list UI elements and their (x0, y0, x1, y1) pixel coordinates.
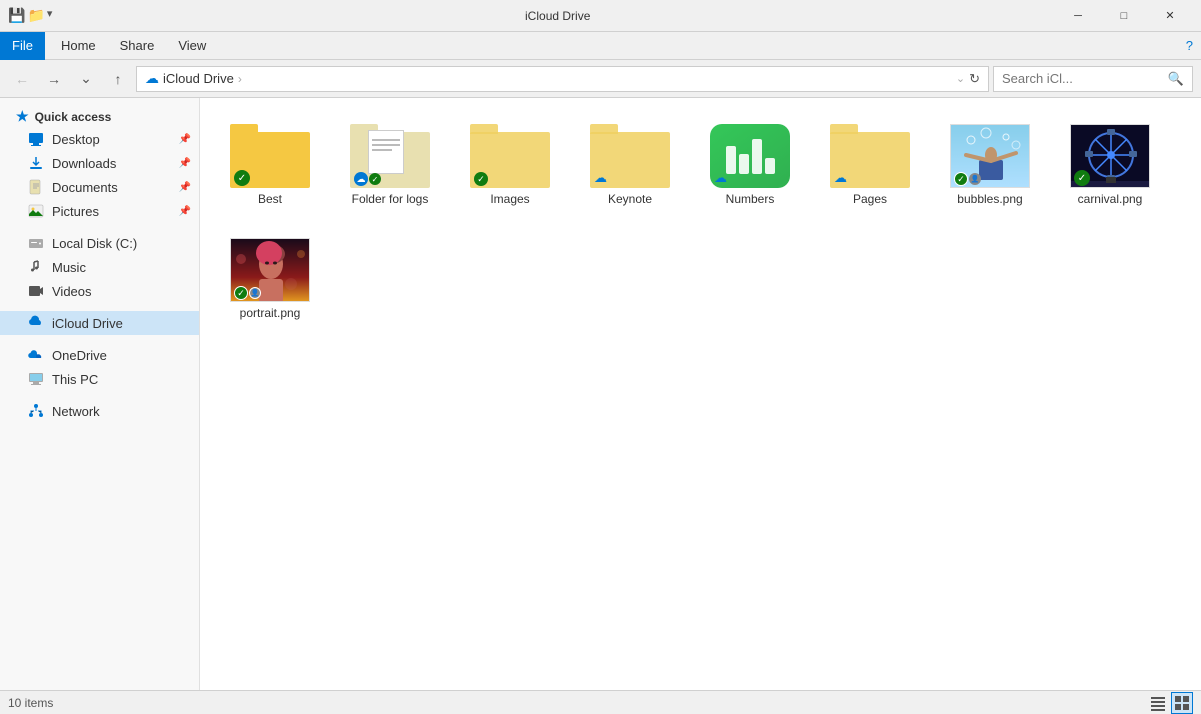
save-icon[interactable]: 💾 (8, 7, 25, 24)
sidebar-item-music[interactable]: Music (0, 255, 199, 279)
icloud-path-icon: ☁ (145, 70, 159, 87)
sidebar-label-documents: Documents (52, 180, 118, 195)
view-details-button[interactable] (1147, 692, 1169, 714)
file-item-keynote[interactable]: ☁ Keynote (580, 118, 680, 212)
sidebar: ★ Quick access Desktop 📌 Downloads 📌 Doc… (0, 98, 200, 690)
status-bar: 10 items (0, 690, 1201, 714)
view-controls (1147, 692, 1193, 714)
menu-view[interactable]: View (166, 34, 218, 57)
close-button[interactable]: ✕ (1147, 0, 1193, 32)
videos-icon (28, 283, 44, 299)
sidebar-label-local-disk: Local Disk (C:) (52, 236, 137, 251)
documents-icon (28, 179, 44, 195)
file-name-images: Images (490, 192, 529, 206)
sidebar-item-downloads[interactable]: Downloads 📌 (0, 151, 199, 175)
menu-share[interactable]: Share (108, 34, 167, 57)
sidebar-item-onedrive[interactable]: OneDrive (0, 343, 199, 367)
file-name-folder-logs: Folder for logs (352, 192, 429, 206)
view-icons-button[interactable] (1171, 692, 1193, 714)
sidebar-item-pictures[interactable]: Pictures 📌 (0, 199, 199, 223)
dropdown-icon[interactable]: ▾ (47, 7, 53, 24)
path-dropdown[interactable]: ⌄ (956, 72, 965, 85)
sidebar-label-music: Music (52, 260, 86, 275)
back-button[interactable]: ← (8, 65, 36, 93)
this-pc-icon (28, 371, 44, 387)
sidebar-item-local-disk[interactable]: Local Disk (C:) (0, 231, 199, 255)
file-item-pages[interactable]: ☁ Pages (820, 118, 920, 212)
sidebar-section-quick-access: ★ Quick access (0, 102, 199, 127)
file-name-portrait: portrait.png (240, 306, 301, 320)
file-item-portrait[interactable]: ✓ 👤 portrait.png (220, 232, 320, 326)
maximize-button[interactable]: □ (1101, 0, 1147, 32)
desktop-icon (28, 131, 44, 147)
sidebar-item-network[interactable]: Network (0, 399, 199, 423)
sidebar-label-pictures: Pictures (52, 204, 99, 219)
sidebar-label-icloud-drive: iCloud Drive (52, 316, 123, 331)
network-icon (28, 403, 44, 419)
recent-button[interactable]: ⌄ (72, 65, 100, 93)
path-chevron: › (238, 72, 242, 86)
menu-file[interactable]: File (0, 32, 45, 60)
icloud-drive-icon (28, 315, 44, 331)
minimize-button[interactable]: ─ (1055, 0, 1101, 32)
forward-button[interactable]: → (40, 65, 68, 93)
pictures-icon (28, 203, 44, 219)
sidebar-item-documents[interactable]: Documents 📌 (0, 175, 199, 199)
file-item-folder-logs[interactable]: ☁ ✓ Folder for logs (340, 118, 440, 212)
sidebar-label-videos: Videos (52, 284, 92, 299)
menu-bar: File Home Share View ? (0, 32, 1201, 60)
file-item-images[interactable]: ✓ Images (460, 118, 560, 212)
search-box[interactable]: 🔍 (993, 66, 1193, 92)
title-bar: 💾 📁 ▾ iCloud Drive ─ □ ✕ (0, 0, 1201, 32)
sidebar-item-icloud-drive[interactable]: iCloud Drive (0, 311, 199, 335)
file-name-numbers: Numbers (726, 192, 775, 206)
sidebar-label-network: Network (52, 404, 100, 419)
pin-icon-downloads: 📌 (179, 158, 191, 169)
file-item-best[interactable]: ✓ Best (220, 118, 320, 212)
pin-icon-documents: 📌 (179, 182, 191, 193)
address-bar: ← → ⌄ ↑ ☁ iCloud Drive › ⌄ ↻ 🔍 (0, 60, 1201, 98)
sidebar-item-this-pc[interactable]: This PC (0, 367, 199, 391)
content-area: ✓ Best ☁ ✓ (200, 98, 1201, 690)
file-item-carnival[interactable]: ✓ carnival.png (1060, 118, 1160, 212)
path-text: iCloud Drive (163, 71, 234, 86)
local-disk-icon (28, 235, 44, 251)
pin-icon-pictures: 📌 (179, 206, 191, 217)
file-item-numbers[interactable]: ☁ Numbers (700, 118, 800, 212)
address-path[interactable]: ☁ iCloud Drive › ⌄ ↻ (136, 66, 989, 92)
onedrive-icon (28, 347, 44, 363)
file-name-pages: Pages (853, 192, 887, 206)
search-icon: 🔍 (1168, 71, 1184, 87)
sidebar-label-this-pc: This PC (52, 372, 98, 387)
sidebar-label-desktop: Desktop (52, 132, 100, 147)
path-refresh[interactable]: ↻ (969, 71, 980, 87)
file-item-bubbles[interactable]: ✓ 👤 bubbles.png (940, 118, 1040, 212)
downloads-icon (28, 155, 44, 171)
file-name-bubbles: bubbles.png (957, 192, 1022, 206)
sidebar-label-downloads: Downloads (52, 156, 116, 171)
up-button[interactable]: ↑ (104, 65, 132, 93)
status-item-count: 10 items (8, 696, 53, 710)
sidebar-item-desktop[interactable]: Desktop 📌 (0, 127, 199, 151)
music-icon (28, 259, 44, 275)
search-input[interactable] (1002, 71, 1164, 86)
menu-help[interactable]: ? (1178, 34, 1201, 57)
main-layout: ★ Quick access Desktop 📌 Downloads 📌 Doc… (0, 98, 1201, 690)
file-name-keynote: Keynote (608, 192, 652, 206)
title-bar-title: iCloud Drive (60, 9, 1055, 23)
title-bar-controls: ─ □ ✕ (1055, 0, 1193, 32)
folder-icon[interactable]: 📁 (27, 7, 44, 24)
file-grid: ✓ Best ☁ ✓ (200, 98, 1201, 690)
file-name-best: Best (258, 192, 282, 206)
file-name-carnival: carnival.png (1078, 192, 1143, 206)
pin-icon: 📌 (179, 134, 191, 145)
sidebar-label-onedrive: OneDrive (52, 348, 107, 363)
sidebar-item-videos[interactable]: Videos (0, 279, 199, 303)
menu-home[interactable]: Home (49, 34, 108, 57)
title-bar-quickaccess: 💾 📁 ▾ (8, 7, 52, 24)
quick-access-star-icon: ★ (16, 108, 29, 125)
